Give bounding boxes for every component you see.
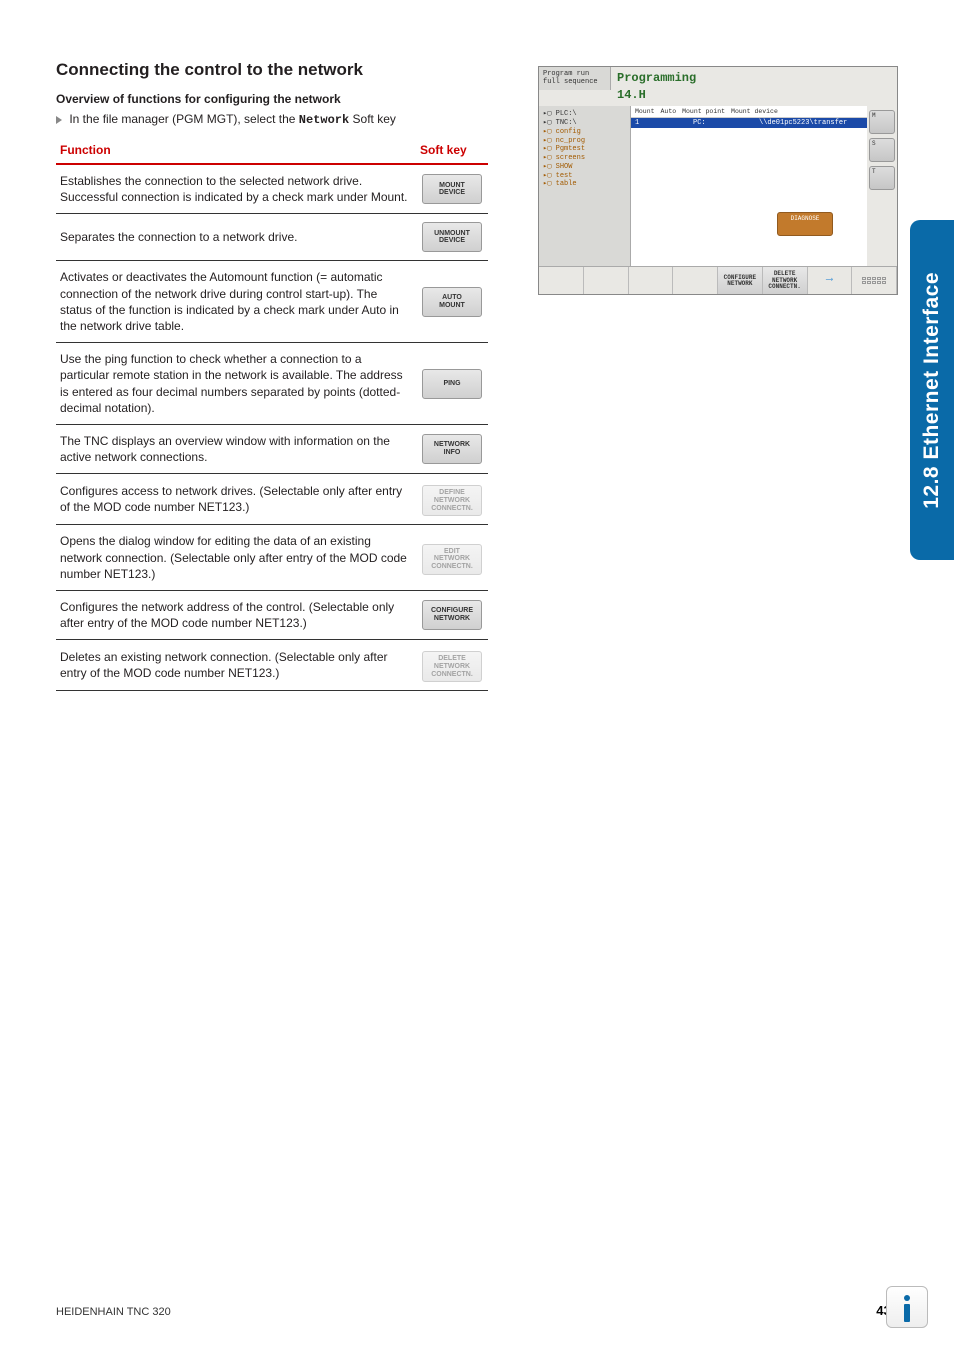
softkey-button[interactable]: EDIT NETWORK CONNECTN.	[422, 544, 482, 575]
ss-row-auto	[669, 119, 687, 127]
softkey-cell: AUTO MOUNT	[416, 261, 488, 343]
tree-item[interactable]: ▸▢ nc_prog	[543, 137, 626, 146]
table-row: Establishes the connection to the select…	[56, 164, 488, 214]
ss-side-button[interactable]: S	[869, 138, 895, 162]
softkey-cell: MOUNT DEVICE	[416, 164, 488, 214]
column-header: Mount device	[731, 108, 778, 115]
ss-softkey-empty	[629, 267, 674, 294]
function-description: Deletes an existing network connection. …	[56, 640, 416, 691]
ss-column-headers: Mount Auto Mount point Mount device	[631, 106, 867, 118]
ss-sidebar: MST	[867, 106, 897, 266]
function-description: Establishes the connection to the select…	[56, 164, 416, 214]
softkey-button[interactable]: PING	[422, 369, 482, 399]
ss-row-device: \\de01pc5223\transfer	[759, 119, 863, 127]
ss-row-mount: 1	[635, 119, 663, 127]
table-row: Configures the network address of the co…	[56, 590, 488, 639]
function-description: Separates the connection to a network dr…	[56, 214, 416, 261]
column-header: Mount point	[682, 108, 725, 115]
ss-softkey-empty	[584, 267, 629, 294]
table-row: Use the ping function to check whether a…	[56, 343, 488, 425]
ss-diagnose-button[interactable]: DIAGNOSE	[777, 212, 833, 236]
ss-side-button[interactable]: M	[869, 110, 895, 134]
softkey-button[interactable]: DEFINE NETWORK CONNECTN.	[422, 485, 482, 516]
tree-item[interactable]: ▸▢ screens	[543, 154, 626, 163]
ss-softkey-arrow[interactable]: ⟶	[808, 267, 853, 294]
table-row: The TNC displays an overview window with…	[56, 424, 488, 473]
triangle-bullet-icon	[56, 116, 62, 124]
table-row: Activates or deactivates the Automount f…	[56, 261, 488, 343]
softkey-cell: PING	[416, 343, 488, 425]
table-row: Separates the connection to a network dr…	[56, 214, 488, 261]
cnc-screenshot: Program run full sequence Programming 14…	[538, 66, 898, 295]
tree-item[interactable]: ▸▢ Pgmtest	[543, 145, 626, 154]
chapter-tab: 12.8 Ethernet Interface	[910, 220, 954, 560]
function-description: Opens the dialog window for editing the …	[56, 525, 416, 591]
softkey-cell: UNMOUNT DEVICE	[416, 214, 488, 261]
softkey-button[interactable]: CONFIGURE NETWORK	[422, 600, 482, 630]
function-description: Configures the network address of the co…	[56, 590, 416, 639]
page-footer: HEIDENHAIN TNC 320 433	[56, 1303, 898, 1318]
softkey-cell: DELETE NETWORK CONNECTN.	[416, 640, 488, 691]
instruction-keyword: Network	[299, 113, 349, 127]
col-softkey: Soft key	[416, 137, 488, 164]
instruction-line: In the file manager (PGM MGT), select th…	[56, 112, 488, 127]
ss-side-button[interactable]: T	[869, 166, 895, 190]
ss-mode-l2: full sequence	[543, 79, 606, 87]
softkey-button[interactable]: MOUNT DEVICE	[422, 174, 482, 204]
instruction-pre: In the file manager (PGM MGT), select th…	[69, 112, 298, 126]
footer-product: HEIDENHAIN TNC 320	[56, 1306, 171, 1318]
ss-softkey-delete[interactable]: DELETE NETWORK CONNECTN.	[763, 267, 808, 294]
col-function: Function	[56, 137, 416, 164]
column-header: Mount	[635, 108, 655, 115]
ss-selected-row: 1 PC: \\de01pc5223\transfer	[631, 118, 867, 128]
table-row: Opens the dialog window for editing the …	[56, 525, 488, 591]
softkey-button[interactable]: UNMOUNT DEVICE	[422, 222, 482, 252]
instruction-post: Soft key	[349, 112, 396, 126]
ss-softkey-row: CONFIGURE NETWORKDELETE NETWORK CONNECTN…	[539, 266, 897, 294]
ss-softkey-empty	[539, 267, 584, 294]
tree-item[interactable]: ▸▢ test	[543, 172, 626, 181]
ss-file-tree: ▸▢ PLC:\▸▢ TNC:\▸▢ config▸▢ nc_prog▸▢ Pg…	[539, 106, 631, 266]
softkey-cell: EDIT NETWORK CONNECTN.	[416, 525, 488, 591]
function-description: The TNC displays an overview window with…	[56, 424, 416, 473]
softkey-button[interactable]: AUTO MOUNT	[422, 287, 482, 317]
tree-item[interactable]: ▸▢ table	[543, 180, 626, 189]
tree-item[interactable]: ▸▢ TNC:\	[543, 119, 626, 128]
subheading: Overview of functions for configuring th…	[56, 92, 488, 106]
ss-softkey-pager[interactable]	[852, 267, 897, 294]
chapter-tab-text: 12.8 Ethernet Interface	[920, 272, 944, 509]
function-description: Use the ping function to check whether a…	[56, 343, 416, 425]
tree-item[interactable]: ▸▢ PLC:\	[543, 110, 626, 119]
ss-softkey-empty	[673, 267, 718, 294]
info-icon[interactable]	[886, 1286, 928, 1328]
ss-subtitle: 14.H	[539, 88, 897, 106]
section-title: Connecting the control to the network	[56, 60, 488, 80]
ss-title: Programming	[611, 67, 897, 90]
function-description: Activates or deactivates the Automount f…	[56, 261, 416, 343]
softkey-button[interactable]: NETWORK INFO	[422, 434, 482, 464]
tree-item[interactable]: ▸▢ config	[543, 128, 626, 137]
tree-item[interactable]: ▸▢ SHOW	[543, 163, 626, 172]
softkey-cell: DEFINE NETWORK CONNECTN.	[416, 474, 488, 525]
column-header: Auto	[661, 108, 677, 115]
ss-main-panel: Mount Auto Mount point Mount device 1 PC: \…	[631, 106, 867, 266]
ss-mode: Program run full sequence	[539, 67, 611, 90]
softkey-cell: NETWORK INFO	[416, 424, 488, 473]
functions-table: Function Soft key Establishes the connec…	[56, 137, 488, 691]
softkey-button[interactable]: DELETE NETWORK CONNECTN.	[422, 651, 482, 682]
table-row: Configures access to network drives. (Se…	[56, 474, 488, 525]
function-description: Configures access to network drives. (Se…	[56, 474, 416, 525]
softkey-cell: CONFIGURE NETWORK	[416, 590, 488, 639]
ss-row-point: PC:	[693, 119, 753, 127]
table-row: Deletes an existing network connection. …	[56, 640, 488, 691]
ss-softkey-configure[interactable]: CONFIGURE NETWORK	[718, 267, 763, 294]
